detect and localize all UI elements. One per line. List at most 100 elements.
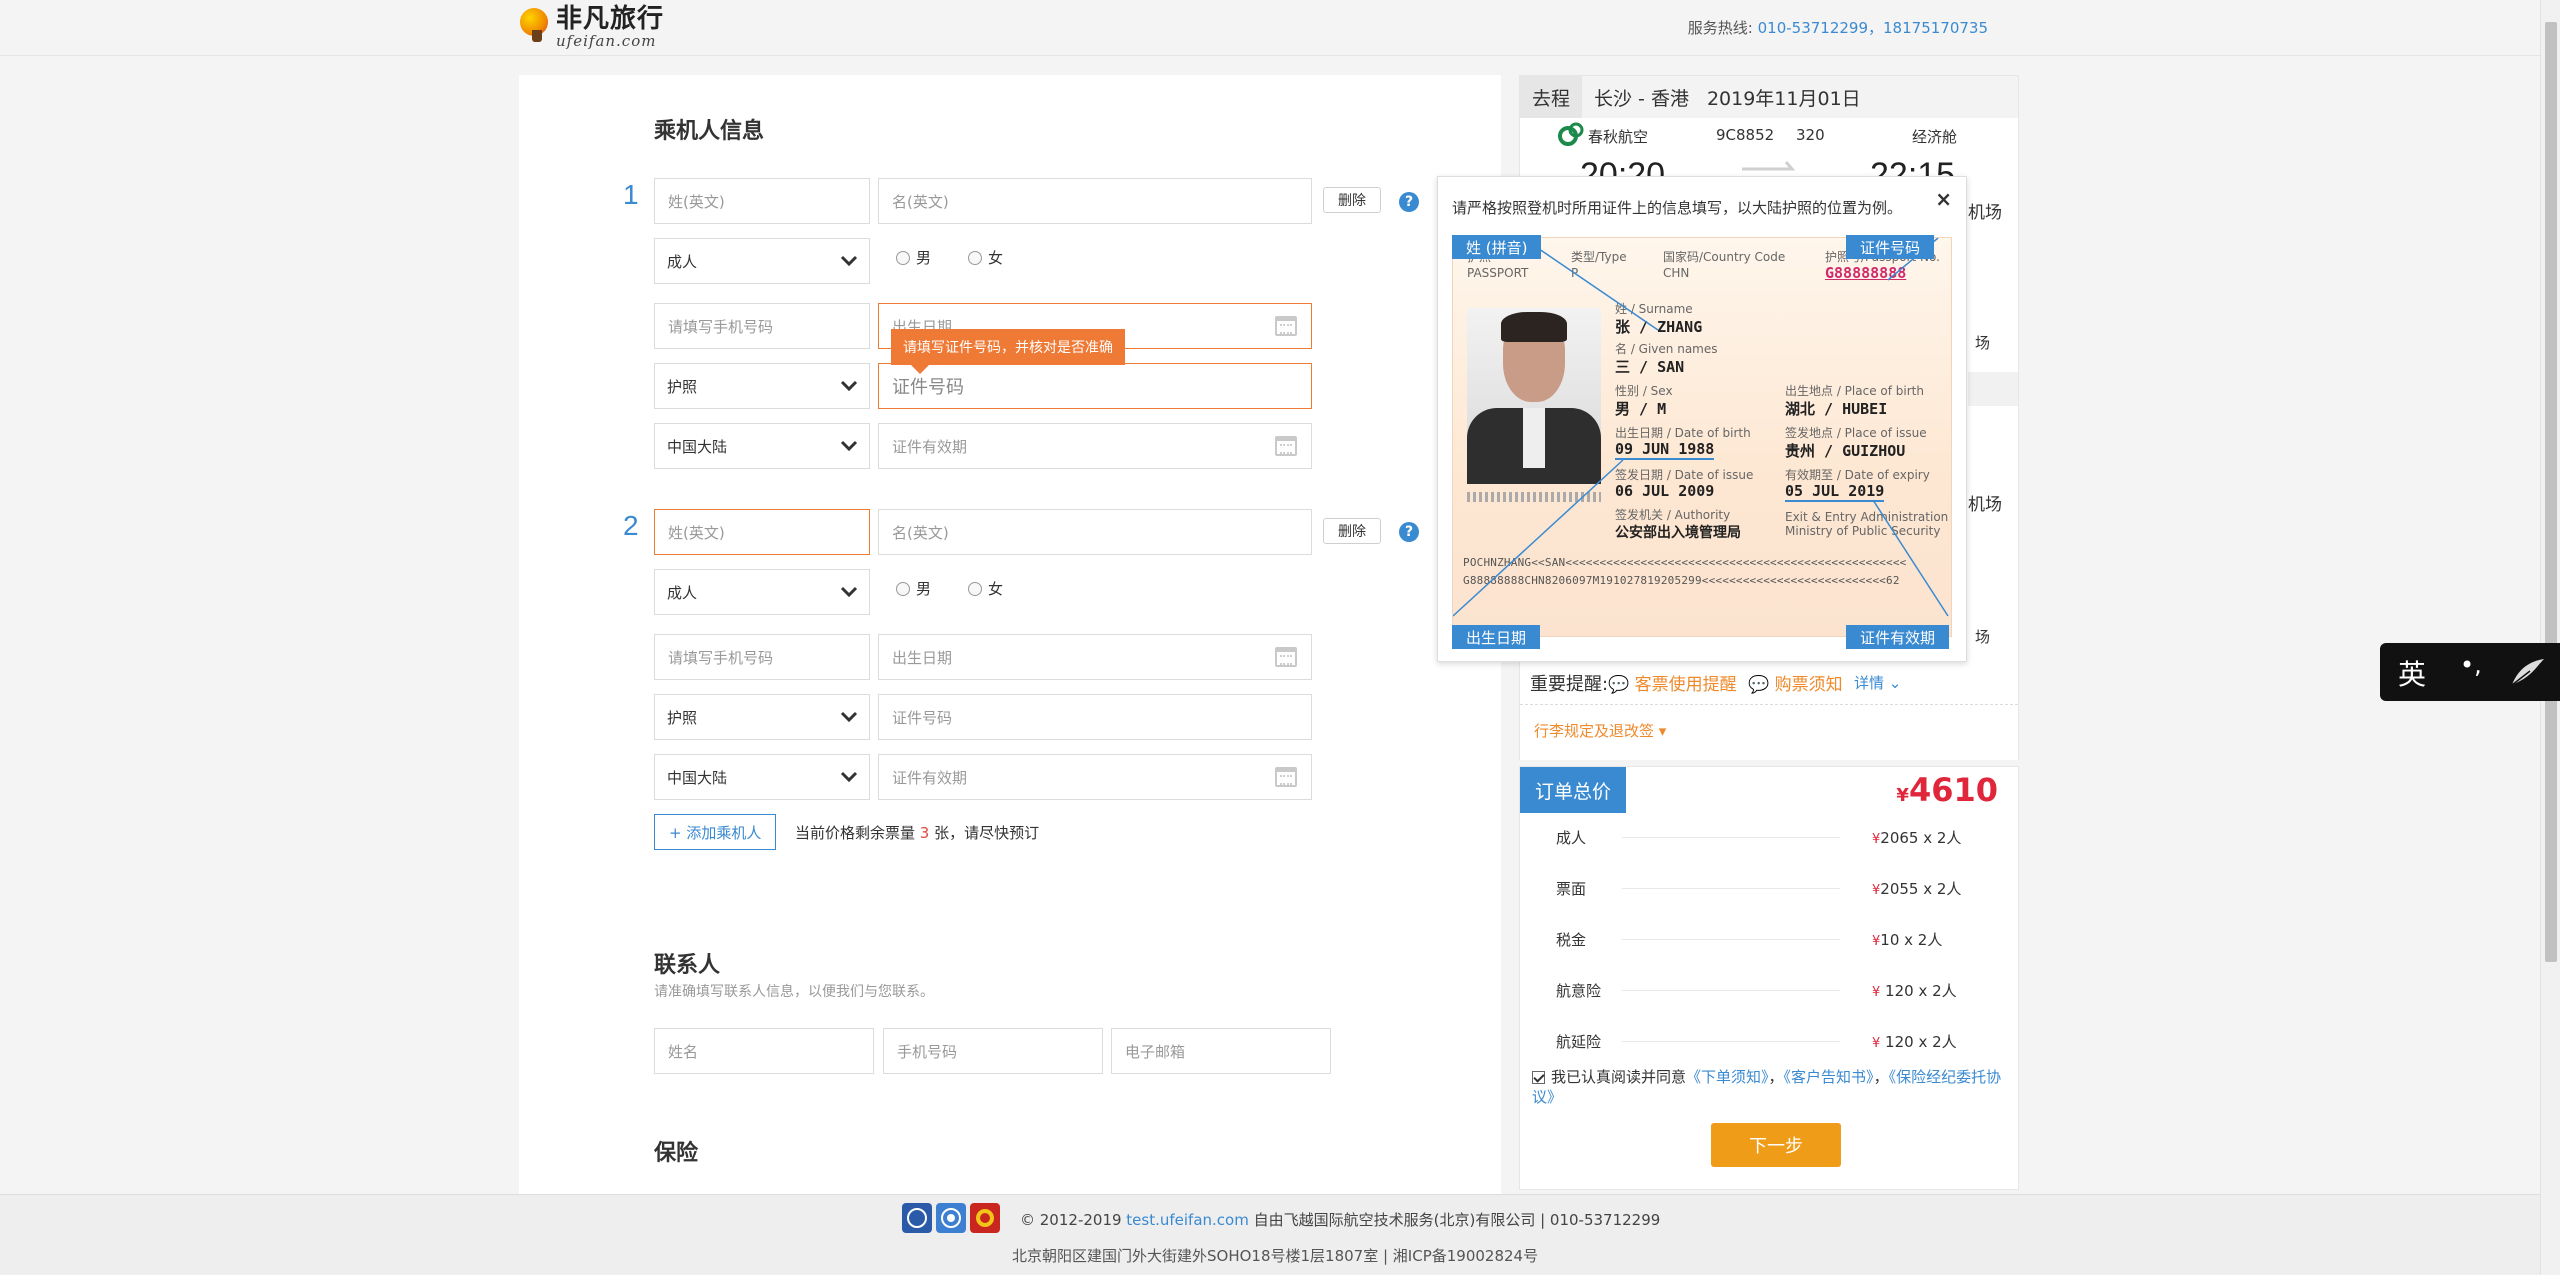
close-icon[interactable]: ×	[1935, 187, 1952, 211]
help-icon[interactable]: ?	[1399, 192, 1419, 212]
company-text: 自由飞越国际航空技术服务(北京)有限公司 | 010-53712299	[1248, 1211, 1661, 1229]
flight-date: 2019年11月01日	[1706, 87, 1861, 110]
passport-example-popup: 请严格按照登机时所用证件上的信息填写，以大陆护照的位置为例。 × 护照 PASS…	[1437, 176, 1967, 662]
chevron-down-icon	[840, 440, 858, 452]
ticket-usage-link[interactable]: 💬 客票使用提醒	[1608, 670, 1737, 695]
country-value: 中国大陆	[667, 768, 728, 787]
document-validity-placeholder: 证件有效期	[892, 437, 968, 456]
calendar-icon	[1275, 316, 1297, 336]
top-bar: 非凡旅行 ufeifan.com 服务热线: 010-53712299，1817…	[0, 0, 2540, 56]
order-line-label: 航意险	[1556, 982, 1602, 1000]
gender-female-radio[interactable]: 女	[968, 247, 1003, 268]
contact-email-input[interactable]: 电子邮箱	[1111, 1028, 1331, 1074]
document-validity-input[interactable]: 证件有效期	[878, 423, 1312, 469]
order-line-label: 票面	[1556, 880, 1587, 898]
gender-male-radio[interactable]: 男	[896, 578, 931, 599]
given-name-input[interactable]: 名(英文)	[878, 178, 1312, 224]
order-line-label: 航延险	[1556, 1033, 1602, 1051]
site-logo[interactable]: 非凡旅行 ufeifan.com	[518, 4, 665, 49]
phone-input[interactable]: 请填写手机号码	[654, 634, 870, 680]
label-surname: 姓 (拼音)	[1452, 235, 1542, 259]
direction-tag: 去程	[1520, 76, 1583, 118]
flight-header: 去程 长沙 - 香港 2019年11月01日	[1520, 76, 2018, 118]
purchase-notes-link[interactable]: 💬 购票须知	[1748, 670, 1843, 695]
agree-checkbox[interactable]	[1532, 1071, 1545, 1084]
order-total-tag: 订单总价	[1520, 767, 1626, 813]
ime-mode[interactable]: 英	[2398, 653, 2426, 693]
given-name-input[interactable]: 名(英文)	[878, 509, 1312, 555]
order-line-delay-insurance: 航延险 ¥ 120 x 2人	[1520, 1031, 2018, 1051]
police-badge-icon	[936, 1203, 966, 1233]
aircraft-type: 320	[1796, 126, 1825, 144]
passenger-type-select[interactable]: 成人	[654, 238, 870, 284]
hotline-numbers: 010-53712299，18175170735	[1757, 19, 1988, 37]
site-link[interactable]: test.ufeifan.com	[1126, 1211, 1249, 1229]
ime-punctuation[interactable]: •,	[2460, 651, 2482, 679]
surname-input[interactable]: 姓(英文)	[654, 178, 870, 224]
remain-prefix: 当前价格剩余票量	[795, 824, 920, 842]
document-number-input[interactable]: 证件号码	[878, 694, 1312, 740]
gender-male-radio[interactable]: 男	[896, 247, 931, 268]
surname-input[interactable]: 姓(英文)	[654, 509, 870, 555]
contact-phone-input[interactable]: 手机号码	[883, 1028, 1103, 1074]
document-validity-input[interactable]: 证件有效期	[878, 754, 1312, 800]
country-select[interactable]: 中国大陆	[654, 754, 870, 800]
document-type-select[interactable]: 护照	[654, 363, 870, 409]
phone-input[interactable]: 请填写手机号码	[654, 303, 870, 349]
help-icon[interactable]: ?	[1399, 522, 1419, 542]
logo-text-cn: 非凡旅行	[556, 4, 665, 34]
delete-passenger-button[interactable]: 删除	[1323, 187, 1381, 213]
country-select[interactable]: 中国大陆	[654, 423, 870, 469]
pointer-lines	[1453, 238, 1949, 617]
birth-date-input[interactable]: 出生日期	[878, 634, 1312, 680]
hotline-label: 服务热线:	[1687, 19, 1758, 37]
tab-strip-partial	[1968, 372, 2018, 406]
chevron-down-icon: ⌄	[1888, 674, 1902, 692]
order-line-value: 10 x 2人	[1880, 931, 1943, 949]
security-badge-icon	[970, 1203, 1000, 1233]
label-validity: 证件有效期	[1846, 625, 1950, 649]
notice-title: 重要提醒:	[1530, 674, 1609, 695]
order-line-tax: 税金 ¥10 x 2人	[1520, 929, 2018, 949]
order-notes-link[interactable]: 《下单须知》	[1686, 1068, 1769, 1086]
agreement-text: 我已认真阅读并同意《下单须知》，《客户告知书》，《保险经纪委托协议》	[1532, 1068, 2002, 1106]
order-line-fare: 票面 ¥2055 x 2人	[1520, 878, 2018, 898]
gender-female-radio[interactable]: 女	[968, 578, 1003, 599]
passenger-type-select[interactable]: 成人	[654, 569, 870, 615]
footer-copyright: © 2012-2019 test.ufeifan.com 自由飞越国际航空技术服…	[1020, 1209, 1660, 1230]
passport-image: 护照 PASSPORT 类型/Type P 国家码/Country Code C…	[1452, 237, 1952, 637]
page-scrollbar[interactable]	[2540, 0, 2560, 1275]
order-line-value: 120 x 2人	[1880, 982, 1957, 1000]
remain-suffix: 张，请尽快预订	[929, 824, 1040, 842]
order-line-value: 120 x 2人	[1880, 1033, 1957, 1051]
scrollbar-thumb[interactable]	[2545, 22, 2557, 962]
divider	[1520, 704, 2018, 705]
luggage-rules-link[interactable]: 行李规定及退改签 ▾	[1534, 720, 1666, 741]
delete-passenger-button[interactable]: 删除	[1323, 518, 1381, 544]
feather-icon[interactable]	[2508, 655, 2548, 689]
label-document-number: 证件号码	[1846, 235, 1935, 259]
flight-route: 长沙 - 香港	[1594, 87, 1689, 110]
passenger-index: 1	[623, 179, 639, 210]
footer-address: 北京朝阳区建国门外大街建外SOHO18号楼1层1807室 | 湘ICP备1900…	[1012, 1247, 1539, 1265]
contact-name-input[interactable]: 姓名	[654, 1028, 874, 1074]
next-step-button[interactable]: 下一步	[1711, 1123, 1841, 1167]
passenger-type-value: 成人	[667, 583, 698, 602]
contact-section-title: 联系人	[654, 953, 721, 978]
details-link[interactable]: 详情 ⌄	[1854, 672, 1901, 693]
chevron-down-icon	[840, 771, 858, 783]
document-type-select[interactable]: 护照	[654, 694, 870, 740]
ime-toolbar[interactable]: 英 •,	[2380, 643, 2560, 701]
order-line-accident-insurance: 航意险 ¥ 120 x 2人	[1520, 980, 2018, 1000]
chevron-down-icon	[840, 255, 858, 267]
document-number-input[interactable]: 证件号码	[878, 363, 1312, 409]
order-total-price: ¥4610	[1896, 771, 1998, 809]
add-passenger-button[interactable]: + 添加乘机人	[654, 814, 777, 850]
country-value: 中国大陆	[667, 437, 728, 456]
document-type-value: 护照	[667, 377, 698, 396]
arrive-airport-partial-2: 机场	[1968, 495, 2002, 515]
customer-notice-link[interactable]: 《客户告知书》	[1784, 1068, 1874, 1086]
contact-note: 请准确填写联系人信息，以便我们与您联系。	[654, 984, 934, 1000]
label-birth-date: 出生日期	[1452, 625, 1541, 649]
document-validity-placeholder: 证件有效期	[892, 768, 968, 787]
